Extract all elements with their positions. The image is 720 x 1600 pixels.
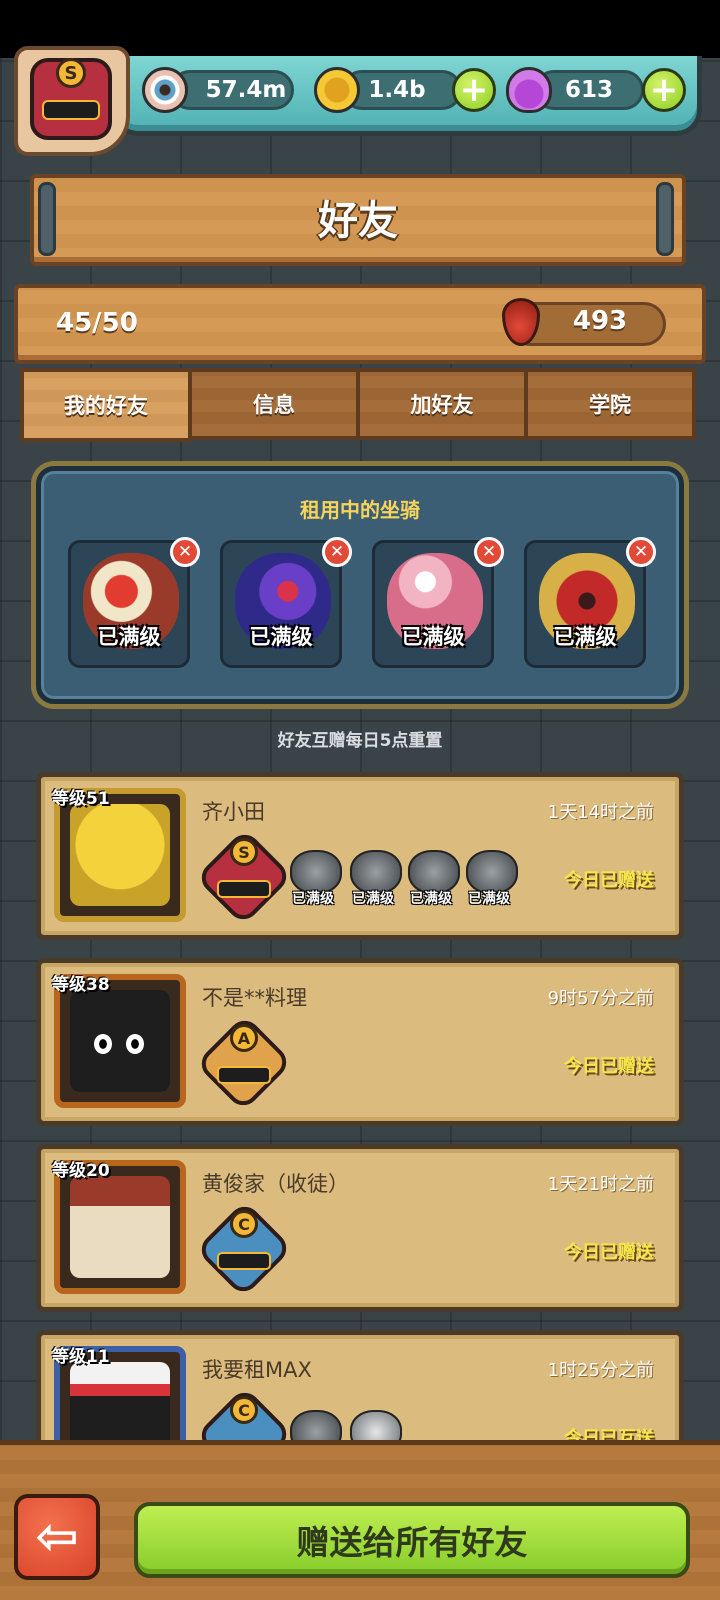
avatar-face <box>70 1362 170 1450</box>
eyes-value: 57.4m <box>205 77 287 103</box>
friend-gift-status[interactable]: 今日已赠送 <box>454 1238 654 1264</box>
rank-teeth-icon <box>42 100 100 120</box>
coins-counter: 1.4b <box>342 70 462 110</box>
tab-label: 学院 <box>589 393 631 417</box>
gift-all-label: 赠送给所有好友 <box>296 1523 528 1562</box>
tab-add-friend[interactable]: 加好友 <box>356 368 528 440</box>
eyeball-icon <box>142 67 188 113</box>
mount-level-label: 已满级 <box>401 625 465 649</box>
mount-level-label: 已满级 <box>97 625 161 649</box>
grade-letter: C <box>230 1210 258 1238</box>
plus-icon: + <box>649 70 679 110</box>
rented-mounts-title: 租用中的坐骑 <box>300 498 420 522</box>
plus-icon: + <box>459 70 489 110</box>
grade-letter: S <box>230 838 258 866</box>
eye-icon <box>126 1034 144 1054</box>
potion-icon <box>506 67 552 113</box>
friend-gift-status[interactable]: 今日已赠送 <box>454 1052 654 1078</box>
grade-teeth-icon <box>217 1066 271 1084</box>
eyes-counter: 57.4m <box>170 70 294 110</box>
coins-value: 1.4b <box>368 77 426 103</box>
friend-last-online: 9时57分之前 <box>547 988 654 1009</box>
mount-level-label: 已满级 <box>553 625 617 649</box>
friend-level: 等级38 <box>52 975 110 995</box>
mini-mount-label: 已满级 <box>292 891 334 907</box>
tab-label: 信息 <box>253 393 295 417</box>
tab-academy[interactable]: 学院 <box>524 368 696 440</box>
friend-name: 我要租MAX <box>202 1358 312 1382</box>
mini-mount-label: 已满级 <box>410 891 452 907</box>
tab-label: 加好友 <box>410 393 474 417</box>
add-potions-button[interactable]: + <box>642 68 686 112</box>
close-icon: ✕ <box>481 542 497 562</box>
close-icon: ✕ <box>633 542 649 562</box>
avatar-face <box>70 1176 170 1278</box>
close-icon: ✕ <box>329 542 345 562</box>
friend-level: 等级51 <box>52 789 110 809</box>
mini-mount-label: 已满级 <box>468 891 510 907</box>
friend-last-online: 1天21时之前 <box>547 1174 654 1195</box>
mount-level-label: 已满级 <box>249 625 313 649</box>
blood-drop-value: 493 <box>572 306 628 336</box>
friend-level: 等级20 <box>52 1161 110 1181</box>
grade-teeth-icon <box>217 880 271 898</box>
add-coins-button[interactable]: + <box>452 68 496 112</box>
page-title: 好友 <box>318 198 398 244</box>
mini-mount-label: 已满级 <box>352 891 394 907</box>
back-arrow-icon: ⇦ <box>35 1507 79 1567</box>
tab-label: 我的好友 <box>64 394 148 418</box>
grade-teeth-icon <box>217 1252 271 1270</box>
friend-last-online: 1天14时之前 <box>547 802 654 823</box>
friend-last-online: 1时25分之前 <box>547 1360 654 1381</box>
remove-mount-3-button[interactable]: ✕ <box>474 537 504 567</box>
close-icon: ✕ <box>177 542 193 562</box>
rank-letter: S <box>56 58 86 88</box>
friend-count: 45/50 <box>56 308 138 338</box>
gift-all-friends-button[interactable]: 赠送给所有好友 <box>134 1502 690 1578</box>
friend-level: 等级11 <box>52 1347 110 1367</box>
remove-mount-2-button[interactable]: ✕ <box>322 537 352 567</box>
tab-my-friends[interactable]: 我的好友 <box>20 368 192 442</box>
friend-name: 齐小田 <box>202 800 265 824</box>
daily-reset-note: 好友互赠每日5点重置 <box>277 731 443 751</box>
tab-messages[interactable]: 信息 <box>188 368 360 440</box>
remove-mount-4-button[interactable]: ✕ <box>626 537 656 567</box>
grade-letter: A <box>230 1024 258 1052</box>
friend-name: 黄俊家（收徒） <box>202 1172 349 1196</box>
coin-icon <box>314 67 360 113</box>
friend-name: 不是**料理 <box>202 986 307 1010</box>
back-button[interactable]: ⇦ <box>14 1494 100 1580</box>
potions-value: 613 <box>564 77 613 103</box>
avatar-face <box>70 804 170 906</box>
avatar-face <box>70 990 170 1092</box>
eye-icon <box>94 1034 112 1054</box>
remove-mount-1-button[interactable]: ✕ <box>170 537 200 567</box>
grade-letter: C <box>230 1396 258 1424</box>
